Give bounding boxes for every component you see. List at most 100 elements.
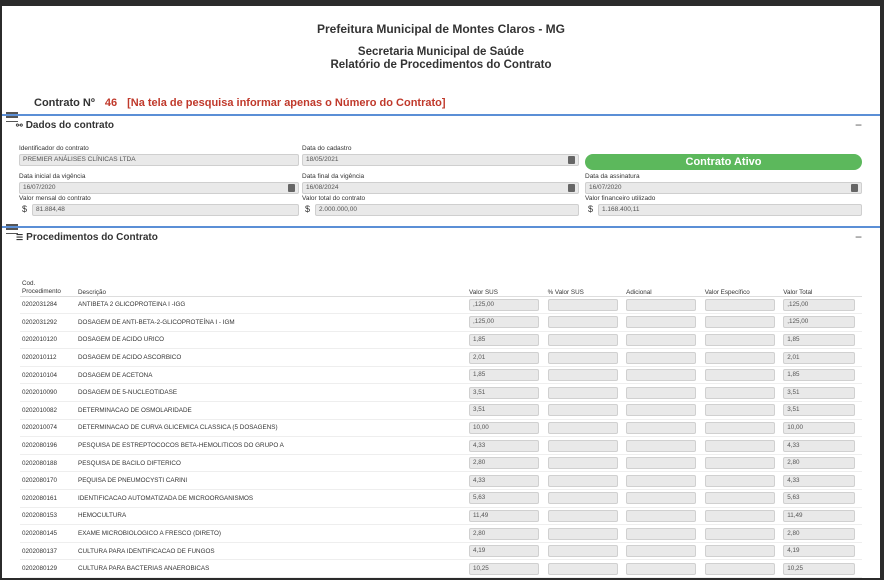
valor-sus-field[interactable]: ,125,00 — [469, 316, 539, 329]
valor-especifico-field[interactable] — [704, 404, 775, 417]
valor-especifico-field[interactable] — [704, 474, 775, 487]
valor-total-field[interactable]: ,125,00 — [783, 316, 856, 329]
dados-panel-header[interactable]: ⚯ Dados do contrato − — [2, 114, 880, 134]
valor-total-field[interactable]: 5,63 — [783, 492, 856, 505]
valor-total-field[interactable]: 1,85 — [783, 369, 856, 382]
pct-valor-sus-field[interactable] — [547, 421, 618, 434]
valor-sus-field[interactable]: 3,51 — [469, 404, 539, 417]
data-cadastro-field[interactable]: 18/05/2021 — [302, 154, 579, 166]
valor-total-field[interactable]: 11,49 — [783, 509, 856, 522]
valor-total-field[interactable]: 2,01 — [783, 351, 856, 364]
pct-valor-sus-field[interactable] — [547, 298, 618, 311]
valor-especifico-field[interactable] — [704, 545, 775, 558]
adicional-field[interactable] — [626, 298, 697, 311]
adicional-field[interactable] — [626, 369, 697, 382]
pct-valor-sus-field[interactable] — [547, 386, 618, 399]
valor-especifico-field[interactable] — [704, 386, 775, 399]
descricao: PESQUISA DE ESTREPTOCOCOS BETA-HEMOLITIC… — [76, 436, 467, 455]
calendar-icon[interactable] — [288, 184, 295, 192]
pct-valor-sus-field[interactable] — [547, 474, 618, 487]
valor-sus-field[interactable]: 4,33 — [469, 439, 539, 452]
pct-valor-sus-field[interactable] — [547, 527, 618, 540]
calendar-icon[interactable] — [851, 184, 858, 192]
valor-total-field[interactable]: 3,51 — [783, 404, 856, 417]
valor-especifico-field[interactable] — [704, 562, 775, 575]
valor-especifico-field[interactable] — [704, 333, 775, 346]
valor-sus-field[interactable]: 2,01 — [469, 351, 539, 364]
valor-sus-field[interactable]: 10,00 — [469, 421, 539, 434]
adicional-field[interactable] — [626, 404, 697, 417]
valor-sus-field[interactable]: 1,85 — [469, 369, 539, 382]
pct-valor-sus-field[interactable] — [547, 404, 618, 417]
pct-valor-sus-field[interactable] — [547, 333, 618, 346]
pct-valor-sus-field[interactable] — [547, 562, 618, 575]
calendar-icon[interactable] — [568, 156, 575, 164]
valor-especifico-field[interactable] — [704, 351, 775, 364]
adicional-field[interactable] — [626, 351, 697, 364]
assinatura-field[interactable]: 16/07/2020 — [585, 182, 862, 194]
valor-total-field[interactable]: 4,33 — [783, 439, 856, 452]
valor-sus-field[interactable]: 2,80 — [469, 457, 539, 470]
collapse-procedimentos-icon[interactable]: − — [855, 230, 862, 244]
adicional-field[interactable] — [626, 439, 697, 452]
col-pct-valor-sus: % Valor SUS — [545, 272, 625, 297]
pct-valor-sus-field[interactable] — [547, 492, 618, 505]
valor-total-field[interactable]: 10,00 — [783, 421, 856, 434]
valor-mensal-field[interactable]: 81.884,48 — [32, 204, 299, 216]
collapse-dados-icon[interactable]: − — [855, 118, 862, 132]
valor-especifico-field[interactable] — [704, 298, 775, 311]
valor-total-field[interactable]: 2.000.000,00 — [315, 204, 579, 216]
valor-fin-field[interactable]: 1.168.400,11 — [598, 204, 862, 216]
valor-sus-field[interactable]: 11,49 — [469, 509, 539, 522]
adicional-field[interactable] — [626, 492, 697, 505]
adicional-field[interactable] — [626, 474, 697, 487]
pct-valor-sus-field[interactable] — [547, 316, 618, 329]
valor-especifico-field[interactable] — [704, 369, 775, 382]
valor-total-field[interactable]: 4,19 — [783, 545, 856, 558]
pct-valor-sus-field[interactable] — [547, 509, 618, 522]
valor-especifico-field[interactable] — [704, 527, 775, 540]
adicional-field[interactable] — [626, 509, 697, 522]
valor-especifico-field[interactable] — [704, 421, 775, 434]
adicional-field[interactable] — [626, 333, 697, 346]
valor-especifico-field[interactable] — [704, 457, 775, 470]
valor-sus-field[interactable]: 4,19 — [469, 545, 539, 558]
valor-sus-field[interactable]: 10,25 — [469, 562, 539, 575]
adicional-field[interactable] — [626, 316, 697, 329]
adicional-field[interactable] — [626, 562, 697, 575]
adicional-field[interactable] — [626, 386, 697, 399]
valor-total-field[interactable]: 10,25 — [783, 562, 856, 575]
valor-sus-field[interactable]: 1,85 — [469, 333, 539, 346]
pct-valor-sus-field[interactable] — [547, 351, 618, 364]
adicional-field[interactable] — [626, 545, 697, 558]
valor-sus-field[interactable]: 2,80 — [469, 527, 539, 540]
valor-total-field[interactable]: 3,51 — [783, 386, 856, 399]
vig-ini-field[interactable]: 16/07/2020 — [19, 182, 299, 194]
procedimentos-panel-header[interactable]: ☰ Procedimentos do Contrato − — [2, 226, 880, 246]
identificador-field[interactable]: PREMIER ANÁLISES CLÍNICAS LTDA — [19, 154, 299, 166]
pct-valor-sus-field[interactable] — [547, 457, 618, 470]
valor-especifico-field[interactable] — [704, 492, 775, 505]
adicional-field[interactable] — [626, 457, 697, 470]
valor-especifico-field[interactable] — [704, 439, 775, 452]
valor-total-field[interactable]: 2,80 — [783, 457, 856, 470]
valor-total-field[interactable]: 4,33 — [783, 474, 856, 487]
valor-especifico-field[interactable] — [704, 316, 775, 329]
valor-especifico-field[interactable] — [704, 509, 775, 522]
valor-sus-field[interactable]: 3,51 — [469, 386, 539, 399]
valor-total-field[interactable]: 1,85 — [783, 333, 856, 346]
valor-sus-field[interactable]: 5,63 — [469, 492, 539, 505]
pct-valor-sus-field[interactable] — [547, 439, 618, 452]
calendar-icon[interactable] — [568, 184, 575, 192]
vig-fim-field[interactable]: 16/08/2024 — [302, 182, 579, 194]
adicional-field[interactable] — [626, 527, 697, 540]
pct-valor-sus-field[interactable] — [547, 369, 618, 382]
adicional-field[interactable] — [626, 421, 697, 434]
valor-total-label: Valor total do contrato — [302, 195, 366, 202]
descricao: DOSAGEM DE ACETONA — [76, 366, 467, 385]
pct-valor-sus-field[interactable] — [547, 545, 618, 558]
valor-sus-field[interactable]: ,125,00 — [469, 298, 539, 311]
valor-total-field[interactable]: ,125,00 — [783, 298, 856, 311]
valor-sus-field[interactable]: 4,33 — [469, 474, 539, 487]
valor-total-field[interactable]: 2,80 — [783, 527, 856, 540]
